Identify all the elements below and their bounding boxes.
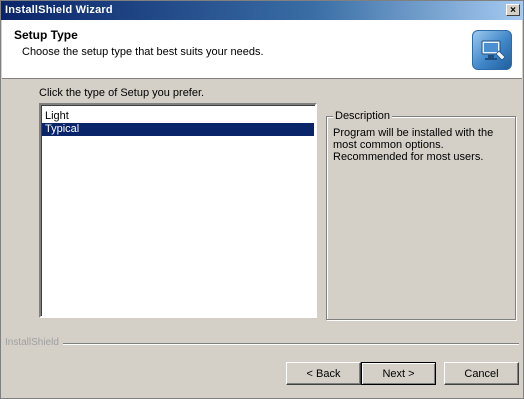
description-group: Description Program will be installed wi… (326, 110, 516, 320)
brand-divider (7, 343, 519, 345)
setup-type-prompt: Click the type of Setup you prefer. (39, 87, 205, 99)
window-title: InstallShield Wizard (5, 4, 113, 16)
setup-type-list[interactable]: Light Typical (39, 103, 317, 318)
computer-setup-icon (472, 30, 512, 70)
close-button[interactable]: × (506, 4, 520, 16)
description-legend: Description (333, 110, 393, 122)
page-title: Setup Type (14, 28, 78, 42)
list-item-light[interactable]: Light (42, 110, 314, 123)
description-text: Program will be installed with the most … (333, 127, 494, 163)
cancel-button[interactable]: Cancel (444, 362, 519, 385)
page-subtitle: Choose the setup type that best suits yo… (22, 46, 264, 58)
back-button[interactable]: < Back (286, 362, 361, 385)
next-button[interactable]: Next > (361, 362, 436, 385)
brand-label: InstallShield (5, 337, 63, 348)
wizard-header: Setup Type Choose the setup type that be… (2, 20, 522, 79)
title-bar[interactable]: InstallShield Wizard × (1, 1, 523, 20)
list-item-typical[interactable]: Typical (42, 123, 314, 136)
installshield-wizard-window: InstallShield Wizard × Setup Type Choose… (0, 0, 524, 399)
